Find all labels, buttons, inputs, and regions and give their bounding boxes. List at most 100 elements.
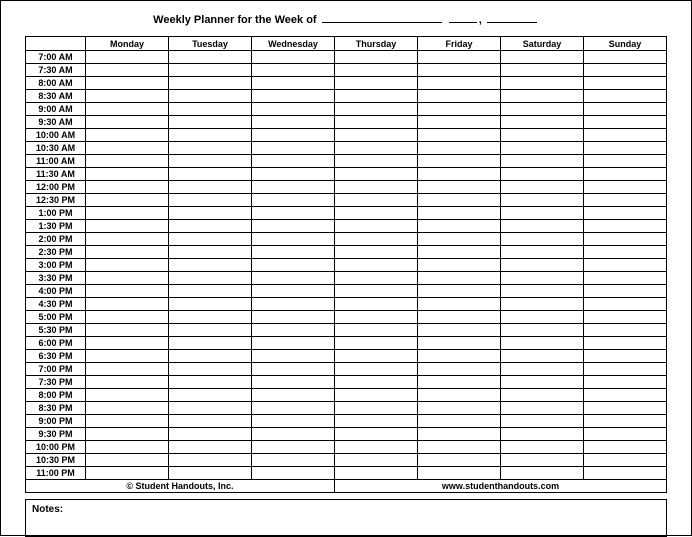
planner-cell[interactable] — [584, 220, 667, 233]
planner-cell[interactable] — [501, 311, 584, 324]
planner-cell[interactable] — [501, 116, 584, 129]
planner-cell[interactable] — [335, 194, 418, 207]
planner-cell[interactable] — [252, 428, 335, 441]
planner-cell[interactable] — [169, 259, 252, 272]
planner-cell[interactable] — [501, 155, 584, 168]
planner-cell[interactable] — [169, 129, 252, 142]
planner-cell[interactable] — [169, 298, 252, 311]
planner-cell[interactable] — [501, 324, 584, 337]
planner-cell[interactable] — [252, 298, 335, 311]
planner-cell[interactable] — [169, 415, 252, 428]
planner-cell[interactable] — [418, 51, 501, 64]
planner-cell[interactable] — [252, 389, 335, 402]
planner-cell[interactable] — [86, 220, 169, 233]
planner-cell[interactable] — [169, 77, 252, 90]
planner-cell[interactable] — [335, 324, 418, 337]
planner-cell[interactable] — [418, 337, 501, 350]
planner-cell[interactable] — [501, 207, 584, 220]
planner-cell[interactable] — [335, 142, 418, 155]
planner-cell[interactable] — [86, 454, 169, 467]
planner-cell[interactable] — [252, 285, 335, 298]
planner-cell[interactable] — [501, 428, 584, 441]
planner-cell[interactable] — [335, 350, 418, 363]
planner-cell[interactable] — [501, 441, 584, 454]
planner-cell[interactable] — [86, 246, 169, 259]
planner-cell[interactable] — [86, 285, 169, 298]
planner-cell[interactable] — [169, 64, 252, 77]
planner-cell[interactable] — [501, 142, 584, 155]
planner-cell[interactable] — [169, 376, 252, 389]
planner-cell[interactable] — [169, 428, 252, 441]
planner-cell[interactable] — [169, 51, 252, 64]
planner-cell[interactable] — [252, 142, 335, 155]
planner-cell[interactable] — [418, 376, 501, 389]
planner-cell[interactable] — [169, 337, 252, 350]
planner-cell[interactable] — [252, 415, 335, 428]
planner-cell[interactable] — [86, 129, 169, 142]
planner-cell[interactable] — [169, 441, 252, 454]
planner-cell[interactable] — [169, 142, 252, 155]
planner-cell[interactable] — [252, 246, 335, 259]
planner-cell[interactable] — [335, 90, 418, 103]
planner-cell[interactable] — [418, 389, 501, 402]
planner-cell[interactable] — [501, 467, 584, 480]
planner-cell[interactable] — [86, 259, 169, 272]
planner-cell[interactable] — [169, 272, 252, 285]
planner-cell[interactable] — [86, 337, 169, 350]
planner-cell[interactable] — [418, 220, 501, 233]
planner-cell[interactable] — [501, 51, 584, 64]
planner-cell[interactable] — [584, 324, 667, 337]
planner-cell[interactable] — [86, 311, 169, 324]
planner-cell[interactable] — [86, 272, 169, 285]
planner-cell[interactable] — [86, 77, 169, 90]
planner-cell[interactable] — [335, 64, 418, 77]
planner-cell[interactable] — [418, 64, 501, 77]
planner-cell[interactable] — [501, 402, 584, 415]
planner-cell[interactable] — [584, 376, 667, 389]
planner-cell[interactable] — [418, 246, 501, 259]
planner-cell[interactable] — [169, 324, 252, 337]
planner-cell[interactable] — [418, 285, 501, 298]
planner-cell[interactable] — [584, 272, 667, 285]
planner-cell[interactable] — [86, 51, 169, 64]
planner-cell[interactable] — [501, 64, 584, 77]
planner-cell[interactable] — [418, 350, 501, 363]
planner-cell[interactable] — [418, 181, 501, 194]
planner-cell[interactable] — [584, 415, 667, 428]
notes-box[interactable]: Notes: — [25, 499, 667, 537]
planner-cell[interactable] — [335, 272, 418, 285]
planner-cell[interactable] — [86, 428, 169, 441]
planner-cell[interactable] — [335, 51, 418, 64]
planner-cell[interactable] — [501, 77, 584, 90]
planner-cell[interactable] — [584, 246, 667, 259]
planner-cell[interactable] — [252, 194, 335, 207]
planner-cell[interactable] — [252, 129, 335, 142]
planner-cell[interactable] — [252, 155, 335, 168]
planner-cell[interactable] — [418, 272, 501, 285]
planner-cell[interactable] — [418, 194, 501, 207]
planner-cell[interactable] — [335, 77, 418, 90]
planner-cell[interactable] — [252, 77, 335, 90]
planner-cell[interactable] — [584, 363, 667, 376]
planner-cell[interactable] — [584, 142, 667, 155]
planner-cell[interactable] — [418, 259, 501, 272]
planner-cell[interactable] — [252, 181, 335, 194]
planner-cell[interactable] — [252, 402, 335, 415]
planner-cell[interactable] — [584, 428, 667, 441]
planner-cell[interactable] — [252, 233, 335, 246]
planner-cell[interactable] — [335, 376, 418, 389]
planner-cell[interactable] — [169, 389, 252, 402]
planner-cell[interactable] — [335, 207, 418, 220]
planner-cell[interactable] — [335, 103, 418, 116]
blank-day[interactable] — [449, 13, 477, 23]
planner-cell[interactable] — [584, 129, 667, 142]
planner-cell[interactable] — [86, 103, 169, 116]
planner-cell[interactable] — [584, 441, 667, 454]
planner-cell[interactable] — [418, 428, 501, 441]
planner-cell[interactable] — [418, 142, 501, 155]
planner-cell[interactable] — [501, 272, 584, 285]
planner-cell[interactable] — [252, 324, 335, 337]
planner-cell[interactable] — [584, 116, 667, 129]
planner-cell[interactable] — [252, 376, 335, 389]
planner-cell[interactable] — [335, 259, 418, 272]
